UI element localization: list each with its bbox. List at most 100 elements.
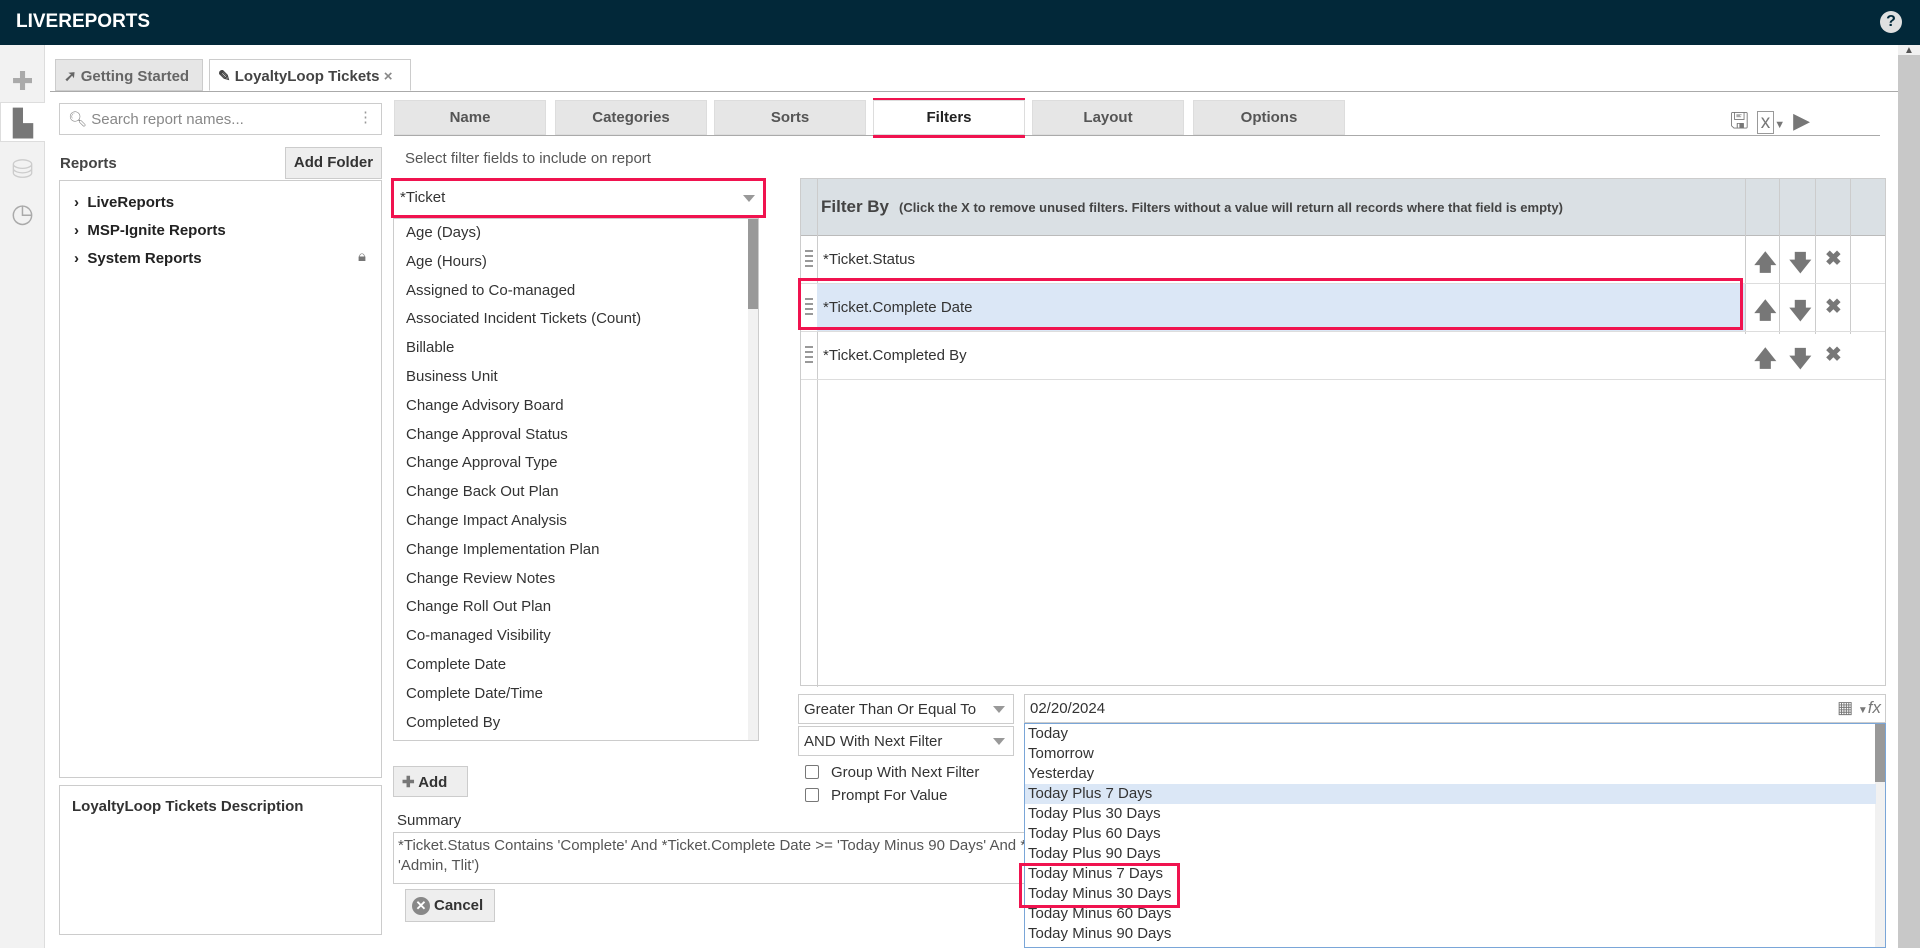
field-list-item[interactable]: Change Approval Status [406, 426, 568, 443]
plus-icon: ✚ [402, 774, 419, 791]
chevron-down-icon[interactable]: ▼ [1858, 705, 1868, 716]
field-list-item[interactable]: Change Review Notes [406, 570, 555, 587]
field-list-item[interactable]: Co-managed Visibility [406, 627, 551, 644]
filter-row-label: *Ticket.Completed By [823, 347, 967, 364]
remove-icon[interactable]: ✖ [1825, 342, 1842, 367]
value-option[interactable]: Today Plus 90 Days [1025, 844, 1876, 864]
move-up-icon[interactable]: 🡅 [1754, 246, 1777, 284]
tab-getting-started[interactable]: ➚ Getting Started [55, 59, 203, 91]
lock-icon: 🔒︎ [358, 248, 366, 265]
calendar-icon[interactable]: ▦ [1837, 698, 1853, 717]
cancel-icon: ✕ [412, 897, 430, 915]
document-icon[interactable]: ▙ [0, 102, 45, 142]
value-text: 02/20/2024 [1030, 700, 1106, 717]
cancel-label: Cancel [434, 897, 484, 914]
more-icon[interactable]: ⋮ [358, 108, 373, 126]
tree-item-msp-ignite[interactable]: › MSP-Ignite Reports [74, 222, 226, 239]
highlight-field-select [391, 178, 766, 218]
group-label: Group With Next Filter [831, 764, 980, 781]
field-list-item[interactable]: Business Unit [406, 368, 498, 385]
add-folder-button[interactable]: Add Folder [285, 147, 382, 179]
field-list-item[interactable]: Billable [406, 339, 454, 356]
value-option[interactable]: Yesterday [1025, 764, 1876, 784]
field-list-item[interactable]: Change Approval Type [406, 454, 558, 471]
caret-down-icon [993, 706, 1005, 713]
field-list-item[interactable]: Assigned to Co-managed [406, 282, 575, 299]
move-down-icon[interactable]: 🡇 [1789, 342, 1812, 380]
app-title: LIVEREPORTS [16, 11, 151, 32]
prompt-checkbox[interactable] [805, 788, 819, 802]
field-list-item[interactable]: Change Back Out Plan [406, 483, 559, 500]
toolbar: 🖫 x ▼▶ [1730, 104, 1818, 142]
value-option[interactable]: Today Plus 7 Days [1025, 784, 1876, 804]
move-down-icon[interactable]: 🡇 [1789, 294, 1812, 332]
caret-down-icon [993, 738, 1005, 745]
value-option[interactable]: Today Minus 90 Days [1025, 924, 1876, 944]
prompt-label: Prompt For Value [831, 787, 948, 804]
remove-icon[interactable]: ✖ [1825, 294, 1842, 319]
database-icon[interactable]: ⛁ [0, 149, 45, 189]
tab-name[interactable]: Name [394, 100, 546, 135]
group-checkbox[interactable] [805, 765, 819, 779]
field-list-item[interactable]: Age (Hours) [406, 253, 487, 270]
field-list-item[interactable]: Change Advisory Board [406, 397, 564, 414]
pencil-icon: ✎ [218, 68, 235, 85]
drag-handle-icon[interactable] [805, 346, 813, 366]
excel-export-icon[interactable]: x [1756, 111, 1775, 134]
value-tools: ▦ ▼fx [1837, 698, 1881, 718]
value-input[interactable]: 02/20/2024 ▦ ▼fx [1024, 694, 1886, 723]
tab-divider [50, 91, 1900, 92]
tab-layout[interactable]: Layout [1032, 100, 1184, 135]
field-list-item[interactable]: Complete Date/Time [406, 685, 543, 702]
field-list-item[interactable]: Completed By [406, 714, 500, 731]
tree-item-livereports[interactable]: › LiveReports [74, 194, 174, 211]
move-down-icon[interactable]: 🡇 [1789, 246, 1812, 284]
tab-categories[interactable]: Categories [555, 100, 707, 135]
tab-label: Getting Started [80, 68, 190, 85]
value-option[interactable]: Today Plus 60 Days [1025, 824, 1876, 844]
tab-options[interactable]: Options [1193, 100, 1345, 135]
scrollbar[interactable] [1875, 724, 1885, 947]
summary-line: 'Admin, Tlit') [398, 857, 480, 874]
top-bar: LIVEREPORTS ? [0, 0, 1920, 45]
filter-row[interactable]: *Ticket.Status 🡅 🡇 ✖ [801, 236, 1885, 284]
arrow-circle-icon: ➚ [64, 68, 81, 85]
value-option[interactable]: Today [1025, 724, 1876, 744]
tree-item-system-reports[interactable]: › System Reports [74, 250, 202, 267]
tab-loyaltyloop-tickets[interactable]: ✎ LoyaltyLoop Tickets × [209, 59, 411, 91]
move-up-icon[interactable]: 🡅 [1754, 294, 1777, 332]
field-list-item[interactable]: Change Impact Analysis [406, 512, 567, 529]
help-icon[interactable]: ? [1880, 11, 1902, 33]
scrollbar[interactable] [748, 219, 758, 740]
clock-icon[interactable]: ◷ [0, 193, 45, 233]
save-icon[interactable]: 🖫 [1730, 108, 1757, 133]
chevron-down-icon[interactable]: ▼ [1774, 119, 1793, 131]
search-input[interactable]: 🔍︎ Search report names... ⋮ [59, 103, 382, 135]
field-list-item[interactable]: Complete Date [406, 656, 506, 673]
scrollbar-thumb[interactable] [748, 219, 758, 309]
tab-filters[interactable]: Filters [873, 100, 1025, 135]
cancel-button[interactable]: ✕ Cancel [405, 889, 495, 922]
preview-icon[interactable]: ▶ [1793, 108, 1818, 133]
close-icon[interactable]: × [384, 68, 393, 85]
tree-label: System Reports [87, 250, 202, 267]
field-list-item[interactable]: Change Implementation Plan [406, 541, 599, 558]
plus-icon[interactable]: ✚ [0, 61, 45, 101]
field-list-item[interactable]: Age (Days) [406, 224, 481, 241]
page-scrollbar[interactable] [1898, 55, 1920, 948]
scrollbar-thumb[interactable] [1875, 724, 1885, 782]
filter-row[interactable]: *Ticket.Completed By 🡅 🡇 ✖ [801, 332, 1885, 380]
value-option[interactable]: Tomorrow [1025, 744, 1876, 764]
remove-icon[interactable]: ✖ [1825, 246, 1842, 271]
conjunction-select[interactable]: AND With Next Filter [798, 726, 1014, 756]
tab-label: LoyaltyLoop Tickets [234, 68, 380, 85]
field-list-item[interactable]: Associated Incident Tickets (Count) [406, 310, 641, 327]
move-up-icon[interactable]: 🡅 [1754, 342, 1777, 380]
add-button[interactable]: ✚ Add [393, 766, 468, 797]
operator-select[interactable]: Greater Than Or Equal To [798, 694, 1014, 724]
function-icon[interactable]: fx [1868, 698, 1881, 717]
tab-sorts[interactable]: Sorts [714, 100, 866, 135]
value-option[interactable]: Today Plus 30 Days [1025, 804, 1876, 824]
field-list-item[interactable]: Change Roll Out Plan [406, 598, 551, 615]
drag-handle-icon[interactable] [805, 250, 813, 270]
